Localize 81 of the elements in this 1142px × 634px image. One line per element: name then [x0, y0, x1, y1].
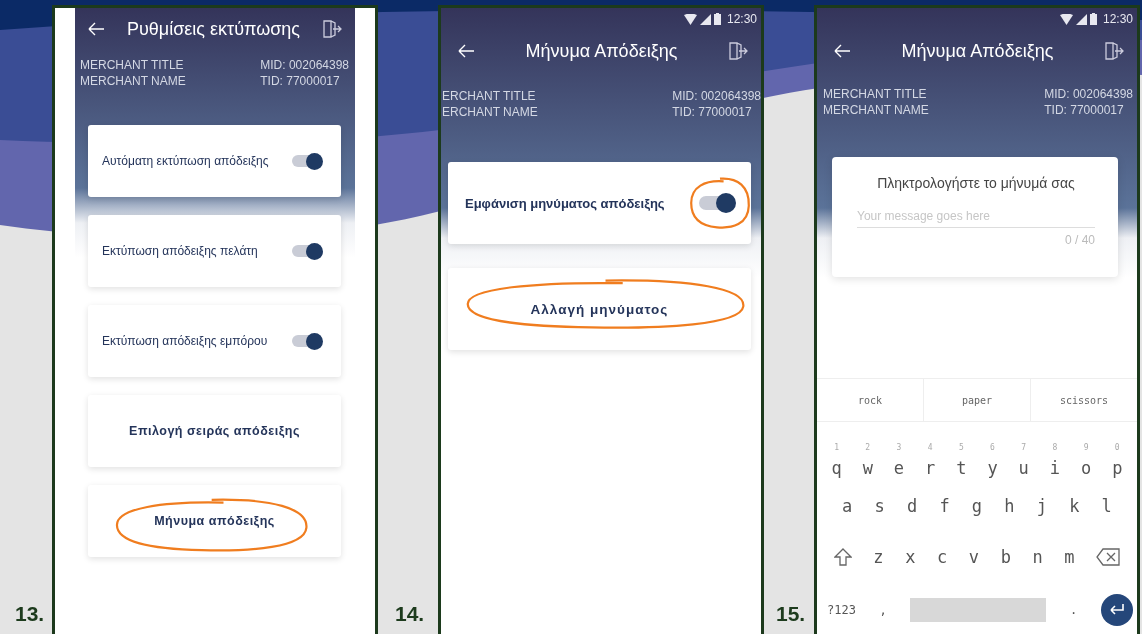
terminal-id: TID: 77000017 [672, 104, 753, 120]
figure-number: 14. [395, 601, 426, 627]
keyboard-key[interactable]: 6 y [987, 443, 998, 478]
terminal-id: TID: 77000017 [260, 73, 341, 89]
battery-icon [1089, 13, 1097, 25]
keyboard-key[interactable]: f [939, 496, 950, 516]
battery-icon [713, 13, 721, 25]
wifi-icon [1059, 13, 1073, 25]
merchant-title: MERCHANT TITLE [823, 86, 928, 102]
keyboard-key[interactable]: j [1036, 496, 1047, 516]
merchant-title: ERCHANT TITLE [442, 88, 537, 104]
keyboard-key[interactable]: s [874, 496, 885, 516]
screen-title: Ρυθμίσεις εκτύπωσης [126, 18, 301, 40]
enter-arrow-icon [1109, 604, 1125, 616]
back-arrow-icon[interactable] [87, 21, 105, 37]
keyboard-key[interactable]: x [905, 547, 916, 567]
keyboard-key[interactable]: c [937, 547, 948, 567]
keyboard-key[interactable]: n [1032, 547, 1043, 567]
logout-icon[interactable] [728, 41, 748, 61]
keyboard-key[interactable]: b [1000, 547, 1011, 567]
merchant-name: MERCHANT NAME [80, 73, 186, 89]
keyboard-key[interactable]: z [873, 547, 884, 567]
toggle-switch[interactable] [699, 196, 735, 210]
suggestion-chip[interactable]: scissors [1031, 379, 1137, 421]
keyboard-key[interactable]: h [1004, 496, 1015, 516]
keyboard-key[interactable]: k [1069, 496, 1080, 516]
merchant-id: MID: 002064398 [672, 88, 761, 104]
suggestion-chip[interactable]: paper [924, 379, 1031, 421]
toggle-switch[interactable] [292, 155, 322, 167]
keyboard-key[interactable]: ?123 [827, 603, 856, 617]
enter-button[interactable] [1101, 594, 1133, 626]
keyboard-key[interactable]: v [968, 547, 980, 567]
signal-icon [1075, 13, 1087, 25]
keyboard-key[interactable]: . [1070, 603, 1078, 617]
suggestion-chip[interactable]: rock [817, 379, 924, 421]
setting-label: Εκτύπωση απόδειξης πελάτη [102, 244, 258, 258]
keyboard-key[interactable]: , [879, 603, 887, 617]
keyboard-key[interactable]: a [842, 496, 853, 516]
keyboard-key[interactable]: 5 t [956, 443, 967, 478]
keyboard-key[interactable]: 0 p [1112, 443, 1123, 478]
keyboard-key[interactable]: 7 u [1018, 443, 1029, 478]
keyboard-key[interactable]: 4 r [925, 443, 936, 478]
screen-title: Μήνυμα Απόδειξης [524, 40, 679, 62]
status-time: 12:30 [1102, 12, 1133, 26]
back-arrow-icon[interactable] [833, 43, 851, 59]
keyboard-key[interactable]: 1 q [831, 443, 842, 478]
merchant-id: MID: 002064398 [260, 57, 349, 73]
keyboard-key[interactable]: 8 i [1049, 443, 1061, 478]
screen-title: Μήνυμα Απόδειξης [900, 40, 1055, 62]
logout-icon[interactable] [322, 19, 342, 39]
merchant-title: MERCHANT TITLE [80, 57, 185, 73]
toggle-switch[interactable] [292, 335, 322, 347]
keyboard-key[interactable]: g [971, 496, 983, 516]
back-arrow-icon[interactable] [457, 43, 475, 59]
toggle-switch[interactable] [292, 245, 322, 257]
figure-number: 13. [15, 601, 46, 627]
keyboard-key[interactable]: d [906, 496, 918, 516]
signal-icon [699, 13, 711, 25]
logout-icon[interactable] [1104, 41, 1124, 61]
wifi-icon [683, 13, 697, 25]
setting-label: Αυτόματη εκτύπωση απόδειξης [102, 154, 269, 168]
keyboard-key[interactable]: 3 e [893, 443, 905, 478]
merchant-name: MERCHANT NAME [823, 102, 929, 118]
setting-label: Εμφάνιση μηνύματος απόδειξης [465, 195, 665, 211]
merchant-name: ERCHANT NAME [442, 104, 538, 120]
character-counter: 0 / 40 [1064, 233, 1095, 247]
backspace-icon[interactable] [1096, 548, 1121, 566]
figure-number: 15. [776, 601, 807, 627]
menu-button[interactable]: Επιλογή σειράς απόδειξης [88, 395, 341, 467]
menu-button[interactable]: Αλλαγή μηνύματος [448, 268, 751, 350]
keyboard-key[interactable]: 2 w [862, 443, 873, 478]
keyboard-key[interactable]: m [1064, 547, 1075, 567]
setting-label: Εκτύπωση απόδειξης εμπόρου [102, 334, 268, 348]
merchant-id: MID: 002064398 [1044, 86, 1133, 102]
keyboard-key[interactable]: l [1101, 496, 1112, 516]
dialog-title: Πληκτρολογήστε το μήνυμά σας [876, 175, 1076, 191]
status-time: 12:30 [726, 12, 757, 26]
shift-icon[interactable] [833, 548, 852, 566]
terminal-id: TID: 77000017 [1044, 102, 1125, 118]
keyboard-key[interactable]: 9 o [1080, 443, 1092, 478]
menu-button[interactable]: Μήνυμα απόδειξης [88, 485, 341, 557]
